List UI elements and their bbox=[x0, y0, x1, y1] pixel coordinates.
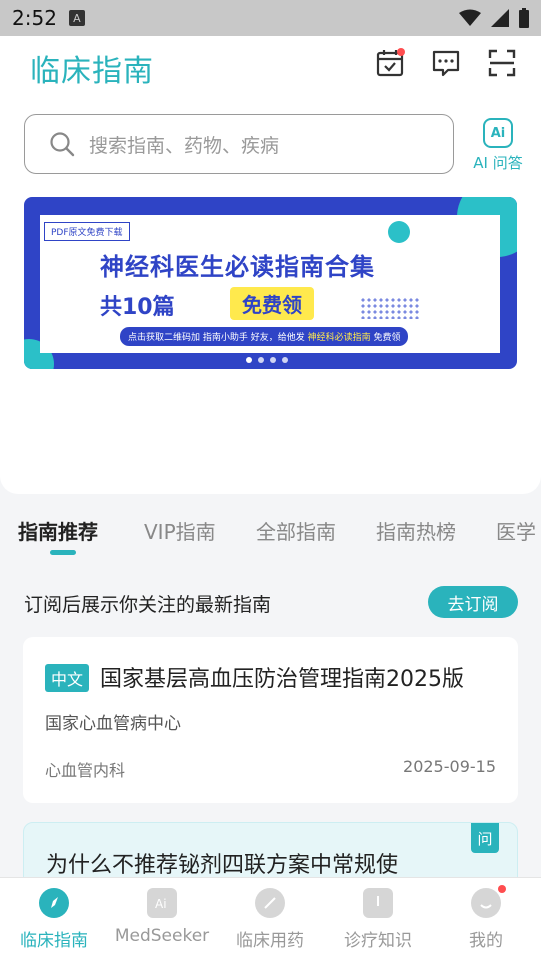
subscribe-text: 订阅后展示你关注的最新指南 bbox=[24, 594, 272, 616]
tab-recommended[interactable]: 指南推荐 bbox=[18, 516, 98, 545]
tab-all[interactable]: 全部指南 bbox=[256, 516, 336, 545]
banner-note-suffix: 免费领 bbox=[370, 333, 401, 343]
accessibility-icon: A bbox=[68, 10, 85, 26]
guideline-department: 心血管内科 bbox=[45, 761, 126, 780]
banner-decoration bbox=[360, 297, 420, 319]
nav-label: MedSeeker bbox=[114, 926, 210, 946]
nav-item-profile[interactable]: 我的 bbox=[432, 885, 540, 951]
status-bar: 2:52 A bbox=[0, 0, 541, 36]
tab-medical[interactable]: 医学 bbox=[496, 516, 536, 545]
book-icon bbox=[363, 888, 393, 918]
banner-title: 神经科医生必读指南合集 bbox=[100, 253, 375, 281]
pager-dot bbox=[246, 357, 252, 363]
search-placeholder: 搜索指南、药物、疾病 bbox=[89, 134, 280, 157]
nav-label: 诊疗知识 bbox=[344, 931, 412, 951]
status-icons bbox=[459, 8, 529, 28]
category-tabs: 指南推荐 VIP指南 全部指南 指南热榜 医学 bbox=[0, 504, 541, 564]
tab-hot[interactable]: 指南热榜 bbox=[376, 516, 456, 545]
nav-item-drugs[interactable]: 临床用药 bbox=[216, 888, 324, 951]
banner-note: 点击获取二维码加 指南小助手 好友，给他发 神经科必读指南 免费领 bbox=[120, 327, 409, 346]
search-icon bbox=[50, 132, 75, 157]
scan-icon[interactable] bbox=[487, 48, 517, 78]
ai-icon: Ai bbox=[483, 118, 513, 148]
nav-item-guidelines[interactable]: 临床指南 bbox=[0, 888, 108, 951]
banner-note-prefix: 点击获取二维码加 指南小助手 好友，给他发 bbox=[128, 333, 308, 343]
notification-dot bbox=[498, 885, 506, 893]
pager-dot bbox=[282, 357, 288, 363]
pill-icon bbox=[255, 888, 285, 918]
compass-icon bbox=[39, 888, 69, 918]
notification-dot bbox=[397, 48, 405, 56]
subscribe-row: 订阅后展示你关注的最新指南 去订阅 bbox=[24, 586, 518, 620]
svg-text:Ai: Ai bbox=[155, 897, 167, 911]
pager-dot bbox=[270, 357, 276, 363]
banner-card: PDF原文免费下载 神经科医生必读指南合集 共10篇 免费领 点击获取二维码加 … bbox=[40, 215, 500, 353]
ai-qa-label: AI 问答 bbox=[473, 154, 523, 172]
banner-pager bbox=[246, 357, 288, 363]
nav-item-knowledge[interactable]: 诊疗知识 bbox=[324, 888, 432, 951]
subscribe-button[interactable]: 去订阅 bbox=[428, 586, 518, 618]
banner-subtitle: 共10篇 bbox=[100, 295, 175, 320]
banner-free-label: 免费领 bbox=[230, 287, 314, 320]
signal-icon bbox=[491, 9, 509, 27]
ai-qa-button[interactable]: Ai AI 问答 bbox=[470, 116, 526, 173]
bottom-nav: 临床指南 Ai MedSeeker 临床用药 诊疗知识 我的 bbox=[0, 877, 541, 963]
banner-decoration bbox=[388, 221, 410, 243]
message-icon[interactable] bbox=[431, 48, 461, 78]
guideline-date: 2025-09-15 bbox=[403, 757, 496, 776]
header-actions bbox=[375, 48, 517, 78]
app-logo: 临床指南 bbox=[30, 54, 154, 89]
banner-note-highlight: 神经科必读指南 bbox=[307, 333, 371, 343]
status-time: 2:52 bbox=[12, 6, 57, 30]
battery-icon bbox=[519, 8, 529, 28]
guideline-org: 国家心血管病中心 bbox=[45, 714, 181, 734]
qa-tag: 问 bbox=[471, 823, 499, 853]
search-input[interactable]: 搜索指南、药物、疾病 bbox=[24, 114, 454, 174]
banner-tag: PDF原文免费下载 bbox=[44, 222, 130, 241]
qa-title: 为什么不推荐铋剂四联方案中常规使 bbox=[46, 853, 399, 878]
promo-banner[interactable]: PDF原文免费下载 神经科医生必读指南合集 共10篇 免费领 点击获取二维码加 … bbox=[24, 197, 517, 369]
tab-vip[interactable]: VIP指南 bbox=[144, 516, 216, 545]
active-tab-indicator bbox=[50, 550, 76, 555]
nav-label: 临床用药 bbox=[236, 931, 304, 951]
pager-dot bbox=[258, 357, 264, 363]
wifi-icon bbox=[459, 9, 481, 26]
nav-label: 我的 bbox=[469, 931, 503, 951]
language-badge: 中文 bbox=[45, 664, 90, 692]
guideline-card[interactable]: 中文 国家基层高血压防治管理指南2025版 国家心血管病中心 心血管内科 202… bbox=[23, 637, 518, 803]
calendar-check-icon[interactable] bbox=[375, 48, 405, 78]
ai-icon: Ai bbox=[147, 888, 177, 918]
guideline-title: 国家基层高血压防治管理指南2025版 bbox=[100, 667, 464, 692]
nav-label: 临床指南 bbox=[20, 931, 88, 951]
top-area: 临床指南 搜索指南、药物、疾病 Ai AI 问答 PDF原文免费下载 神经科医生… bbox=[0, 36, 541, 494]
profile-icon bbox=[471, 885, 506, 918]
nav-item-medseeker[interactable]: Ai MedSeeker bbox=[108, 888, 216, 946]
